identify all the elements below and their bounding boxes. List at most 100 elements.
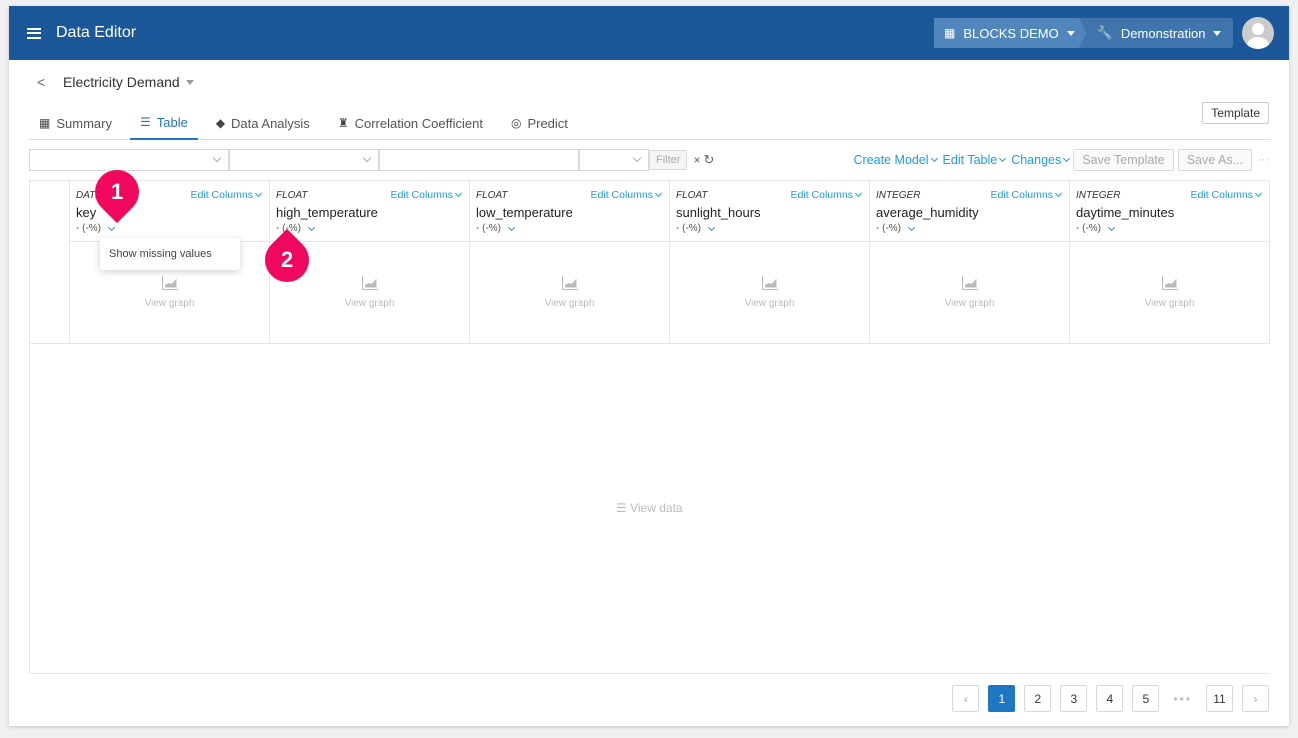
view-graph-label: View graph — [744, 297, 795, 309]
table-actions: Create Model Edit Table Changes Save Tem… — [847, 149, 1269, 171]
edit-columns-menu[interactable]: Edit Columns — [790, 189, 863, 201]
missing-values-toggle[interactable]: - (-%) — [876, 223, 1062, 234]
changes-menu[interactable]: Changes — [1011, 153, 1071, 167]
tab-correlation-coefficient[interactable]: ♜ Correlation Coefficient — [328, 106, 493, 140]
view-graph-label: View graph — [144, 297, 195, 309]
tab-table[interactable]: ☰ Table — [129, 106, 198, 140]
tab-summary[interactable]: ▦ Summary — [29, 106, 122, 140]
filter-condition-select[interactable] — [579, 149, 649, 171]
column-name: sunlight_hours — [676, 205, 761, 220]
project-selector[interactable]: 🔧 Demonstration — [1078, 18, 1234, 48]
missing-values-toggle[interactable]: - (-%) — [676, 223, 862, 234]
missing-values-toggle[interactable]: - (-%) — [1076, 223, 1262, 234]
prev-page-button[interactable]: ‹ — [952, 685, 980, 712]
page-button-1[interactable]: 1 — [988, 685, 1016, 712]
edit-columns-menu[interactable]: Edit Columns — [591, 189, 663, 201]
top-bar: Data Editor ▦ BLOCKS DEMO 🔧 Demonstratio… — [9, 6, 1289, 60]
edit-table-label: Edit Table — [942, 153, 998, 167]
next-page-button[interactable]: › — [1242, 685, 1269, 712]
view-data-link[interactable]: ☰ View data — [616, 501, 683, 515]
org-name: BLOCKS DEMO — [963, 25, 1059, 41]
page-button-5[interactable]: 5 — [1132, 685, 1160, 712]
page-button-4[interactable]: 4 — [1096, 685, 1124, 712]
column-name: daytime_minutes — [1076, 205, 1175, 220]
chevron-down-icon — [930, 154, 938, 163]
app-title: Data Editor — [56, 24, 137, 41]
dataset-selector[interactable]: Electricity Demand — [63, 74, 194, 90]
page-button-2[interactable]: 2 — [1024, 685, 1052, 712]
wrench-icon: 🔧 — [1096, 25, 1113, 40]
chevron-down-icon — [654, 189, 663, 198]
missing-values-text: - (-%) — [676, 223, 701, 234]
user-avatar-icon[interactable] — [1242, 17, 1274, 49]
missing-values-text: - (-%) — [1076, 223, 1101, 234]
edit-columns-label: Edit Columns — [190, 189, 253, 201]
chevron-down-icon — [1063, 154, 1071, 163]
hamburger-icon[interactable] — [27, 27, 41, 39]
save-template-button[interactable]: Save Template — [1073, 149, 1174, 171]
missing-values-text: - (-%) — [876, 223, 901, 234]
chevron-down-icon[interactable] — [107, 223, 116, 231]
view-graph-label: View graph — [944, 297, 995, 309]
chevron-down-icon[interactable] — [907, 223, 916, 231]
column-header: INTEGER daytime_minutes - (-%) Edit Columns — [1070, 181, 1269, 242]
edit-columns-menu[interactable]: Edit Columns — [190, 189, 263, 201]
edit-columns-label: Edit Columns — [1190, 189, 1253, 201]
chevron-down-icon[interactable] — [307, 223, 316, 231]
missing-values-toggle[interactable]: - (-%) — [76, 223, 262, 234]
view-graph-button[interactable]: View graph — [670, 242, 869, 342]
edit-columns-label: Edit Columns — [790, 189, 853, 201]
tab-label: Summary — [56, 115, 112, 131]
column-low_temperature: FLOAT low_temperature - (-%) Edit Columns Vi… — [470, 181, 670, 343]
missing-values-toggle[interactable]: - (-%) — [476, 223, 662, 234]
more-options-icon[interactable]: ··· — [1258, 154, 1269, 166]
missing-values-toggle[interactable]: - (-%) — [276, 223, 462, 234]
edit-columns-label: Edit Columns — [990, 189, 1053, 201]
list-icon: ☰ — [139, 115, 151, 129]
view-graph-button[interactable]: View graph — [470, 242, 669, 342]
chevron-down-icon[interactable] — [707, 223, 716, 231]
grid-icon: ▦ — [39, 116, 51, 130]
back-button[interactable]: < — [37, 74, 45, 90]
marker-number: 2 — [280, 247, 294, 272]
view-graph-button[interactable]: View graph — [1070, 242, 1269, 342]
chevron-down-icon[interactable] — [1107, 223, 1116, 231]
pagination-ellipsis[interactable]: ••• — [1173, 692, 1192, 706]
predict-icon: ◎ — [510, 116, 522, 130]
changes-label: Changes — [1011, 153, 1062, 167]
edit-table-menu[interactable]: Edit Table — [942, 153, 1007, 167]
clear-filter-icon[interactable]: × — [693, 149, 700, 171]
column-header: FLOAT low_temperature - (-%) Edit Columns — [470, 181, 669, 242]
view-graph-label: View graph — [1144, 297, 1195, 309]
filter-button[interactable]: Filter — [649, 150, 688, 170]
tab-predict[interactable]: ◎ Predict — [501, 106, 578, 140]
area-chart-icon — [561, 275, 578, 290]
view-graph-label: View graph — [344, 297, 395, 309]
chevron-down-icon[interactable] — [507, 223, 516, 231]
page-button-11[interactable]: 11 — [1206, 685, 1233, 712]
template-button[interactable]: Template — [1202, 102, 1269, 124]
filter-operator-select[interactable] — [229, 149, 379, 171]
area-chart-icon — [361, 275, 378, 290]
org-selector[interactable]: ▦ BLOCKS DEMO — [934, 18, 1087, 48]
tab-data-analysis[interactable]: ◆ Data Analysis — [206, 106, 320, 140]
row-header-column — [30, 181, 70, 343]
edit-columns-menu[interactable]: Edit Columns — [391, 189, 463, 201]
analysis-icon: ◆ — [215, 116, 226, 130]
edit-columns-menu[interactable]: Edit Columns — [990, 189, 1063, 201]
create-model-label: Create Model — [853, 153, 929, 167]
save-as-button[interactable]: Save As... — [1177, 149, 1252, 171]
filter-value-input[interactable] — [379, 149, 579, 171]
create-model-menu[interactable]: Create Model — [853, 153, 938, 167]
page-button-3[interactable]: 3 — [1060, 685, 1088, 712]
filter-column-select[interactable] — [29, 149, 229, 171]
reload-icon[interactable]: ↻ — [703, 149, 714, 171]
show-missing-values-menu-item[interactable]: Show missing values — [100, 238, 240, 270]
chevron-down-icon — [1054, 189, 1063, 198]
chevron-down-icon — [254, 189, 263, 198]
view-graph-button[interactable]: View graph — [870, 242, 1069, 342]
edit-columns-menu[interactable]: Edit Columns — [1190, 189, 1263, 201]
tab-label: Correlation Coefficient — [354, 115, 483, 131]
column-header: FLOAT high_temperature - (-%) Edit Columns — [270, 181, 469, 242]
org-project-breadcrumb: ▦ BLOCKS DEMO 🔧 Demonstration — [934, 18, 1234, 48]
